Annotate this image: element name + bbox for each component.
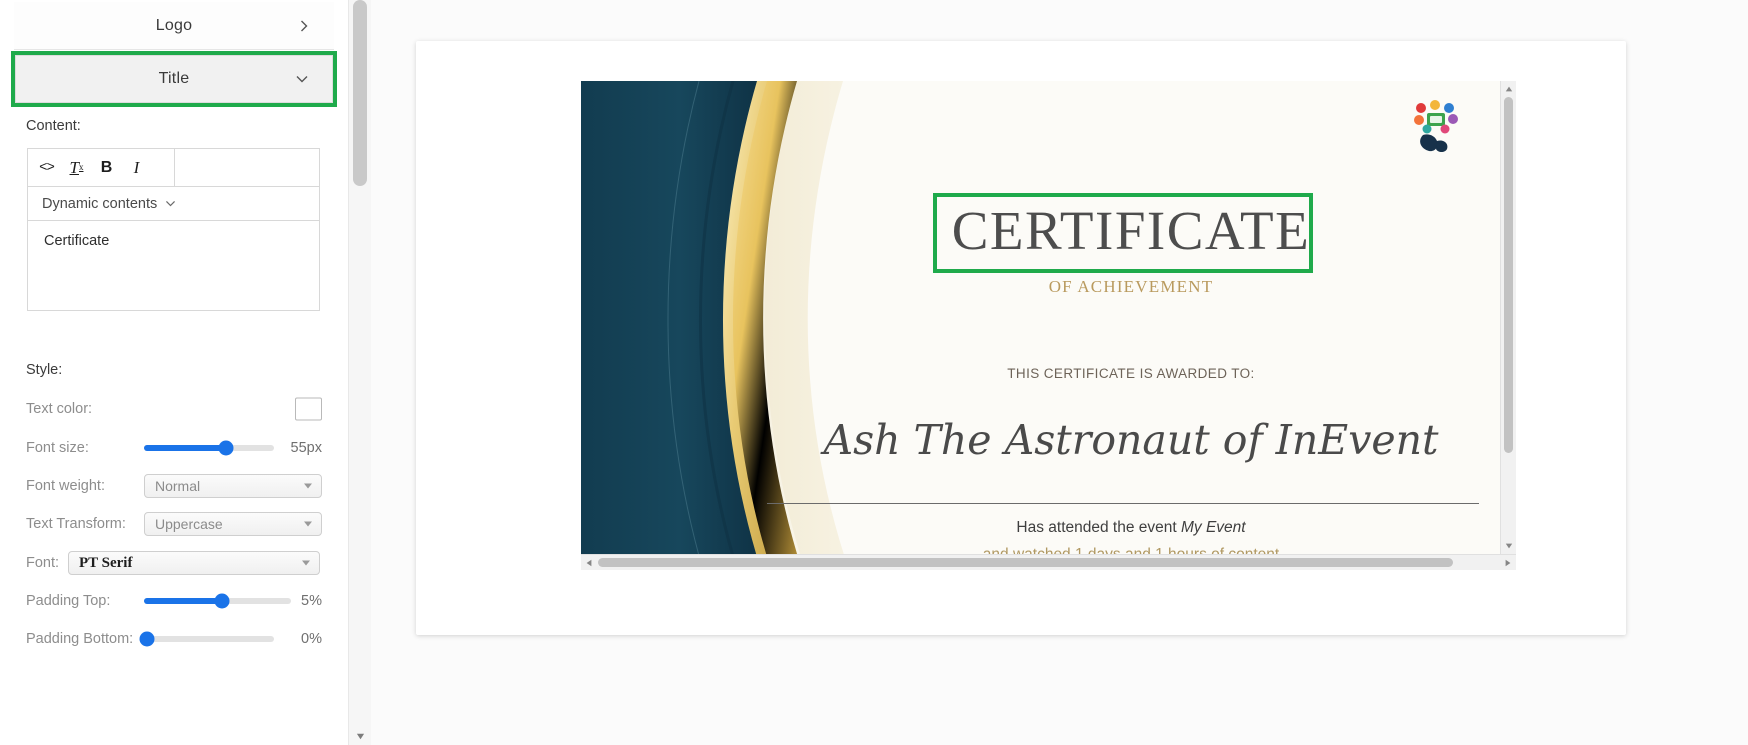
- sidebar-section-title[interactable]: Title: [15, 55, 333, 103]
- text-color-swatch[interactable]: [295, 397, 322, 421]
- certificate-name-rule: [767, 503, 1479, 504]
- padding-top-slider-knob[interactable]: [214, 593, 230, 609]
- chevron-down-icon: [302, 560, 310, 566]
- editor-toolbar-buttons: <> Tx B I: [28, 149, 175, 186]
- certificate-viewport: Certificate Of Achievement This certific…: [581, 81, 1516, 570]
- padding-bottom-row: Padding Bottom: 0%: [26, 626, 322, 652]
- preview-pane: Certificate Of Achievement This certific…: [371, 0, 1748, 745]
- certificate-event-name: My Event: [1180, 519, 1246, 536]
- chevron-right-icon: [296, 18, 312, 34]
- font-select[interactable]: PT Serif: [68, 551, 320, 575]
- text-color-row: Text color:: [26, 396, 322, 422]
- certificate-canvas: Certificate Of Achievement This certific…: [581, 81, 1501, 570]
- font-size-slider[interactable]: [144, 440, 274, 456]
- content-label: Content:: [26, 118, 81, 134]
- dynamic-contents-label: Dynamic contents: [42, 195, 158, 212]
- padding-bottom-slider[interactable]: [139, 631, 274, 647]
- font-label: Font:: [26, 555, 60, 571]
- preview-vertical-scrollbar-track[interactable]: [1500, 81, 1516, 554]
- preview-vertical-scrollbar-thumb[interactable]: [1504, 97, 1513, 453]
- preview-scroll-down-arrow-icon[interactable]: [1501, 538, 1516, 554]
- text-transform-label: Text Transform:: [26, 516, 126, 532]
- padding-bottom-slider-knob[interactable]: [139, 631, 155, 647]
- font-weight-value: Normal: [155, 478, 201, 494]
- preview-horizontal-scrollbar-track[interactable]: [581, 554, 1516, 570]
- padding-top-value: 5%: [301, 593, 322, 609]
- app-root: Logo Title Content: <> T x B I Dynamic c…: [0, 0, 1748, 745]
- editor-toolbar-spacer: [175, 149, 319, 186]
- preview-scroll-up-arrow-icon[interactable]: [1501, 81, 1516, 97]
- settings-sidebar: Logo Title Content: <> T x B I Dynamic c…: [0, 0, 371, 745]
- editor-toolbar: <> Tx B I: [28, 149, 319, 187]
- padding-top-label: Padding Top:: [26, 593, 111, 609]
- chevron-down-icon: [304, 521, 312, 527]
- font-row: Font: PT Serif: [26, 550, 322, 576]
- content-textarea[interactable]: Certificate: [28, 221, 319, 310]
- page-scrollbar-thumb[interactable]: [353, 0, 367, 186]
- padding-bottom-value: 0%: [301, 631, 322, 647]
- font-weight-label: Font weight:: [26, 478, 105, 494]
- certificate-awarded-to-label: This certificate is awarded to:: [1007, 366, 1255, 381]
- style-label: Style:: [26, 362, 63, 378]
- font-weight-row: Font weight: Normal: [26, 473, 322, 499]
- content-editor: <> Tx B I Dynamic contents Certificate: [27, 148, 320, 311]
- text-transform-select[interactable]: Uppercase: [144, 512, 322, 536]
- font-size-label: Font size:: [26, 440, 89, 456]
- font-size-row: Font size: 55px: [26, 435, 322, 461]
- certificate-logo-icon: [1405, 99, 1469, 155]
- dynamic-contents-dropdown[interactable]: Dynamic contents: [28, 187, 319, 221]
- preview-scroll-left-arrow-icon[interactable]: [581, 555, 597, 570]
- clear-formatting-glyph: T: [69, 158, 79, 177]
- source-code-icon[interactable]: <>: [38, 157, 55, 179]
- certificate-title: Certificate: [951, 200, 1311, 261]
- preview-scroll-right-arrow-icon[interactable]: [1500, 555, 1516, 570]
- padding-top-slider-fill: [144, 598, 222, 604]
- scroll-down-arrow-icon[interactable]: [349, 727, 372, 745]
- padding-top-slider[interactable]: [144, 593, 291, 609]
- italic-icon[interactable]: I: [128, 157, 145, 179]
- padding-bottom-label: Padding Bottom:: [26, 631, 134, 647]
- certificate-recipient-name: Ash The Astronaut of InEvent: [823, 416, 1439, 464]
- chevron-down-icon: [164, 197, 177, 210]
- preview-card: Certificate Of Achievement This certific…: [416, 41, 1626, 635]
- font-value: PT Serif: [79, 554, 133, 571]
- chevron-down-icon: [294, 71, 310, 87]
- sidebar-section-logo[interactable]: Logo: [14, 2, 334, 50]
- certificate-attendance-prefix: Has attended the event: [1016, 519, 1181, 536]
- clear-formatting-icon[interactable]: Tx: [68, 157, 85, 179]
- text-transform-row: Text Transform: Uppercase: [26, 511, 322, 537]
- certificate-decoration: [581, 81, 921, 570]
- padding-top-row: Padding Top: 5%: [26, 588, 322, 614]
- font-size-value: 55px: [290, 440, 322, 456]
- bold-icon[interactable]: B: [98, 157, 115, 179]
- page-scrollbar-track[interactable]: [348, 0, 371, 745]
- font-weight-select[interactable]: Normal: [144, 474, 322, 498]
- preview-horizontal-scrollbar-thumb[interactable]: [598, 558, 1453, 567]
- font-size-slider-knob[interactable]: [218, 440, 234, 456]
- font-size-slider-fill: [144, 445, 226, 451]
- sidebar-scroll-content: Logo Title Content: <> T x B I Dynamic c…: [0, 0, 352, 745]
- sidebar-section-title-label: Title: [158, 70, 190, 87]
- certificate-subtitle: Of Achievement: [1048, 277, 1214, 296]
- chevron-down-icon: [304, 483, 312, 489]
- certificate-attendance-line: Has attended the event My Event: [581, 519, 1501, 537]
- sidebar-section-logo-label: Logo: [155, 16, 193, 34]
- text-color-label: Text color:: [26, 401, 93, 417]
- text-transform-value: Uppercase: [155, 516, 223, 532]
